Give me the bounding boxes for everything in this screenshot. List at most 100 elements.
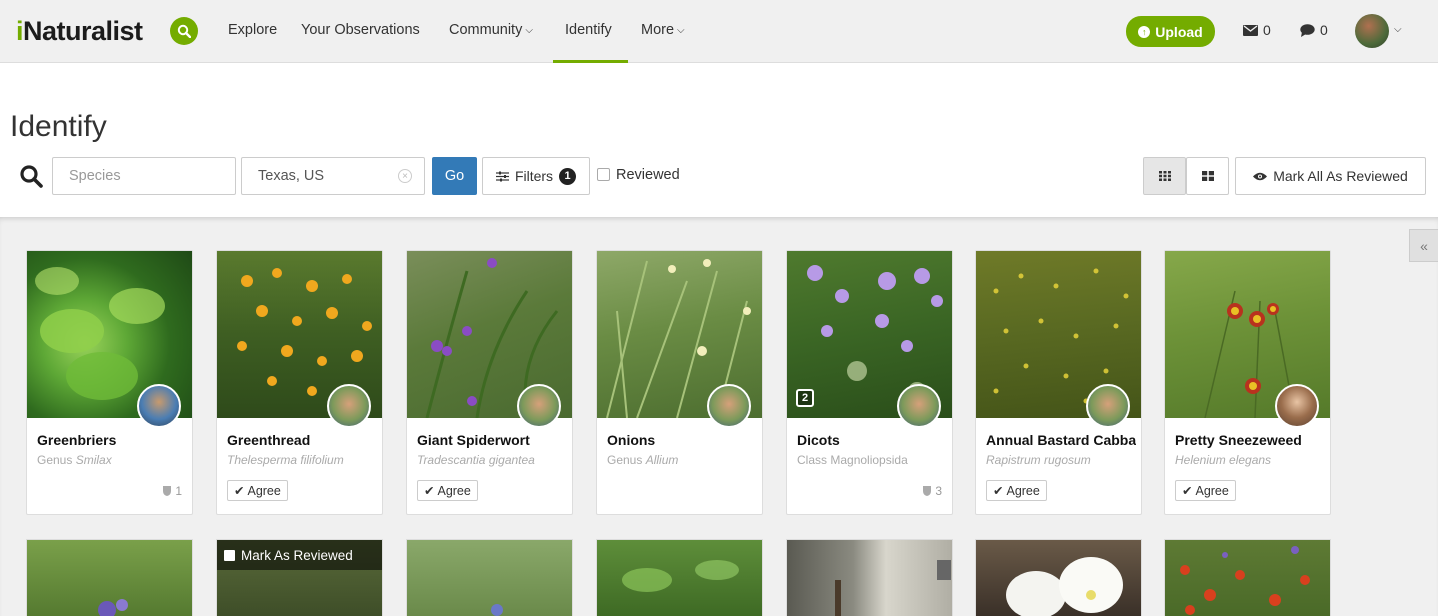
clear-icon[interactable]: ×	[398, 169, 412, 183]
check-icon: ✔	[234, 484, 245, 498]
logo-i: i	[16, 16, 24, 46]
taxon-sci: Helenium elegans	[1175, 453, 1272, 467]
grid-small-view-button[interactable]	[1143, 157, 1186, 195]
header-search-button[interactable]	[170, 17, 198, 45]
nav-community[interactable]: Community ⌵	[449, 22, 533, 38]
notifications-count: 0	[1320, 22, 1328, 38]
nav-your-observations[interactable]: Your Observations	[301, 22, 420, 38]
chevron-down-icon[interactable]: ⌵	[1394, 24, 1402, 35]
id-count-value: 1	[175, 484, 182, 498]
go-button[interactable]: Go	[432, 157, 477, 195]
observer-avatar[interactable]	[897, 384, 941, 428]
taxon-sci: Smilax	[75, 453, 112, 467]
scientific-name: Genus Allium	[607, 453, 757, 467]
chevron-down-icon: ⌵	[677, 25, 685, 36]
mark-all-reviewed-button[interactable]: Mark All As Reviewed	[1235, 157, 1426, 195]
common-name[interactable]: Pretty Sneezeweed	[1175, 432, 1325, 448]
observation-card[interactable]: Greenthread Thelesperma filifolium ✔ Agre…	[216, 250, 383, 515]
taxon-sci: Magnoliopsida	[830, 453, 908, 467]
reviewed-checkbox[interactable]	[597, 168, 610, 181]
nav-identify[interactable]: Identify	[565, 22, 612, 38]
agree-button[interactable]: ✔ Agree	[417, 480, 478, 501]
search-icon	[177, 24, 191, 38]
common-name[interactable]: Dicots	[797, 432, 947, 448]
scientific-name: Genus Smilax	[37, 453, 187, 467]
common-name[interactable]: Annual Bastard Cabba	[986, 432, 1136, 448]
identification-count: 3	[923, 484, 942, 498]
scientific-name: Helenium elegans	[1175, 453, 1325, 467]
observer-avatar[interactable]	[137, 384, 181, 428]
mark-reviewed-checkbox[interactable]	[224, 549, 235, 561]
check-icon: ✔	[1182, 484, 1193, 498]
nav-explore[interactable]: Explore	[228, 22, 277, 38]
observation-card[interactable]: Mark As Reviewed	[216, 539, 383, 616]
photo-count-badge: 2	[796, 389, 814, 407]
reviewed-label[interactable]: Reviewed	[616, 167, 680, 183]
observation-card[interactable]: Greenbriers Genus Smilax 1	[26, 250, 193, 515]
logo-text: Naturalist	[23, 16, 143, 46]
filters-label: Filters	[514, 168, 554, 184]
filters-button[interactable]: Filters 1	[482, 157, 590, 195]
scientific-name: Tradescantia gigantea	[417, 453, 567, 467]
nav-more[interactable]: More ⌵	[641, 22, 685, 38]
check-icon: ✔	[993, 484, 1004, 498]
observation-card[interactable]: 2 Dicots Class Magnoliopsida 3	[786, 250, 953, 515]
nav-active-indicator	[553, 60, 628, 63]
agree-button[interactable]: ✔ Agree	[986, 480, 1047, 501]
scientific-name: Class Magnoliopsida	[797, 453, 947, 467]
observer-avatar[interactable]	[1275, 384, 1319, 428]
observation-card[interactable]	[406, 539, 573, 616]
observer-avatar[interactable]	[517, 384, 561, 428]
collapse-panel-button[interactable]: «	[1409, 229, 1438, 262]
agree-label: Agree	[1006, 483, 1040, 498]
scientific-name: Thelesperma filifolium	[227, 453, 377, 467]
observation-card[interactable]	[786, 539, 953, 616]
mark-all-label: Mark All As Reviewed	[1273, 168, 1408, 184]
mark-reviewed-label: Mark As Reviewed	[241, 547, 353, 563]
agree-button[interactable]: ✔ Agree	[227, 480, 288, 501]
observation-card[interactable]: Onions Genus Allium	[596, 250, 763, 515]
upload-button[interactable]: ↑ Upload	[1126, 16, 1215, 47]
taxon-sci: Tradescantia gigantea	[417, 453, 535, 467]
agree-button[interactable]: ✔ Agree	[1175, 480, 1236, 501]
user-avatar[interactable]	[1355, 14, 1389, 48]
observation-card[interactable]	[1164, 539, 1331, 616]
common-name[interactable]: Giant Spiderwort	[417, 432, 567, 448]
observation-card[interactable]	[26, 539, 193, 616]
taxon-sci: Rapistrum rugosum	[986, 453, 1091, 467]
grid-small-icon	[1158, 171, 1171, 181]
observer-avatar[interactable]	[707, 384, 751, 428]
place-input[interactable]: Texas, US ×	[241, 157, 425, 195]
scientific-name: Rapistrum rugosum	[986, 453, 1136, 467]
taxon-sci: Thelesperma filifolium	[227, 453, 344, 467]
taxon-rank: Genus	[607, 453, 643, 467]
observation-card[interactable]: Annual Bastard Cabba Rapistrum rugosum ✔…	[975, 250, 1142, 515]
observation-card[interactable]	[975, 539, 1142, 616]
messages-button[interactable]: 0	[1243, 22, 1271, 38]
grid-large-view-button[interactable]	[1186, 157, 1229, 195]
observation-card[interactable]: Pretty Sneezeweed Helenium elegans ✔ Agre…	[1164, 250, 1331, 515]
inaturalist-logo[interactable]: iNaturalist	[16, 16, 143, 47]
taxon-rank: Class	[797, 453, 828, 467]
top-navbar: iNaturalist Explore Your Observations Co…	[0, 0, 1438, 63]
common-name[interactable]: Greenthread	[227, 432, 377, 448]
place-input-value: Texas, US	[258, 168, 325, 184]
eye-icon	[1253, 172, 1268, 180]
messages-count: 0	[1263, 22, 1271, 38]
observer-avatar[interactable]	[1086, 384, 1130, 428]
species-input[interactable]: Species	[52, 157, 236, 195]
observer-avatar[interactable]	[327, 384, 371, 428]
upload-arrow-icon: ↑	[1138, 25, 1151, 38]
observation-card[interactable]	[596, 539, 763, 616]
nav-more-label: More	[641, 22, 675, 38]
observation-card[interactable]: Giant Spiderwort Tradescantia gigantea ✔…	[406, 250, 573, 515]
mark-as-reviewed-overlay[interactable]: Mark As Reviewed	[217, 540, 382, 570]
agree-label: Agree	[247, 483, 281, 498]
sliders-icon	[495, 171, 509, 181]
upload-label: Upload	[1155, 23, 1203, 40]
common-name[interactable]: Onions	[607, 432, 757, 448]
filters-count-badge: 1	[559, 167, 577, 185]
agree-label: Agree	[1195, 483, 1229, 498]
notifications-button[interactable]: 0	[1300, 22, 1328, 38]
common-name[interactable]: Greenbriers	[37, 432, 187, 448]
